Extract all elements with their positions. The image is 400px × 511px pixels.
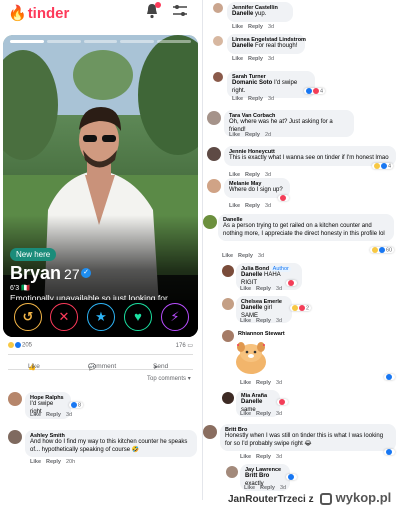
post-stats: 205 176 ▭ <box>8 341 193 353</box>
reaction-badge[interactable] <box>278 195 289 202</box>
avatar[interactable] <box>8 392 22 406</box>
swipe-action-bar: ↺ ✕ ★ ♥ ⚡ <box>3 300 198 337</box>
tinder-header: 🔥tinder <box>0 0 200 24</box>
comment-actions: Like Reply 3d <box>229 203 272 209</box>
reaction-badge[interactable] <box>286 474 297 481</box>
new-here-badge: New here <box>10 248 57 261</box>
comment-actions: Like Reply 3d <box>240 411 283 417</box>
avatar[interactable] <box>222 298 234 310</box>
super-like-button[interactable]: ★ <box>87 303 115 331</box>
filter-sliders-icon[interactable] <box>172 4 188 18</box>
comment-actions: Like Reply 20h <box>30 459 76 465</box>
commenter-name[interactable]: Rhiannon Stewart <box>238 331 285 337</box>
flame-icon: 🔥 <box>8 5 27 22</box>
boost-button[interactable]: ⚡ <box>161 303 189 331</box>
rewind-button[interactable]: ↺ <box>14 303 42 331</box>
tinder-logo[interactable]: 🔥tinder <box>8 4 69 22</box>
avatar[interactable] <box>207 147 221 161</box>
profile-height: 6'3 🇮🇹 <box>10 285 30 292</box>
profile-age: 27 <box>64 266 80 282</box>
like-button[interactable]: ♥ <box>124 303 152 331</box>
avatar[interactable] <box>222 265 234 277</box>
nope-button[interactable]: ✕ <box>50 303 78 331</box>
avatar[interactable] <box>226 466 238 478</box>
avatar[interactable] <box>222 392 234 404</box>
reaction-badge[interactable] <box>286 280 297 287</box>
avatar[interactable] <box>8 430 22 444</box>
comment-actions: Like Reply 3d <box>240 454 283 460</box>
comment-bubble: Sarah Turner Domanic Soto I'd swipe righ… <box>227 71 315 98</box>
comment-actions: Like Reply 3d <box>232 96 275 102</box>
comment-bubble-icon: ▭ <box>187 343 193 349</box>
haha-icon <box>8 342 14 348</box>
profile-card[interactable]: New here Bryan 27 ✓ 6'3 🇮🇹 Emotionally un… <box>3 35 198 337</box>
reaction-badge[interactable] <box>384 374 395 381</box>
comment-actions: Like Reply 3d <box>232 24 275 30</box>
comment-bubble: Jennifer Castellin Danelle yup. <box>227 2 293 22</box>
reaction-badge[interactable] <box>384 449 395 456</box>
reaction-badge[interactable]: 2 <box>290 305 312 312</box>
comment-actions: Like Reply 3d <box>232 56 275 62</box>
dog-sticker-icon <box>236 342 266 374</box>
reaction-badge[interactable]: 4 <box>372 163 394 170</box>
comment-bubble: Britt Bro Honestly when I was still on t… <box>220 424 396 451</box>
column-divider <box>202 0 203 500</box>
comment-actions: Like Reply 3d <box>240 318 283 324</box>
comment-bubble: Jennie Honeycutt This is exactly what I … <box>224 146 396 166</box>
reaction-count: 205 <box>22 342 33 349</box>
comment-actions: Like Reply 3d <box>240 380 283 386</box>
sort-dropdown[interactable]: Top comments ▾ <box>147 375 191 382</box>
avatar[interactable] <box>207 111 221 125</box>
wykop-icon <box>320 492 332 505</box>
reaction-badge[interactable]: 60 <box>370 247 395 254</box>
comment-actions: Like Reply 2d <box>229 132 272 138</box>
avatar[interactable] <box>213 72 223 82</box>
wykop-logo[interactable]: wykop.pl <box>320 490 391 505</box>
avatar[interactable] <box>203 215 217 229</box>
comment-count: 176 <box>175 343 186 349</box>
post-actions: 👍 Like 💬 Comment ➤ Send <box>8 354 193 371</box>
comment-bubble: Ashley Smith And how do I find my way to… <box>25 430 197 457</box>
comment-count-wrap: 176 ▭ <box>176 342 193 349</box>
notification-dot <box>155 2 161 8</box>
profile-name: Bryan 27 <box>10 263 80 283</box>
avatar[interactable] <box>203 425 217 439</box>
avatar[interactable] <box>213 36 223 46</box>
comment-actions: Like Reply 3d <box>30 412 73 418</box>
comment-actions: Like Reply 3d <box>222 253 265 259</box>
watermark-author: JanRouterTrzeci z <box>228 494 314 505</box>
verified-icon: ✓ <box>81 268 91 278</box>
reaction-badge[interactable]: 4 <box>304 88 326 95</box>
avatar[interactable] <box>207 179 221 193</box>
like-reaction-icon <box>15 342 21 348</box>
comment-bubble: Danelle As a person trying to get railed… <box>218 214 394 241</box>
comment-bubble: Linnea Engelstad Lindstrom Danelle For r… <box>227 34 306 54</box>
reaction-badge[interactable] <box>277 399 288 406</box>
avatar[interactable] <box>213 3 223 13</box>
reaction-badge[interactable]: 8 <box>69 402 84 409</box>
comment-actions: Like Reply 3d <box>244 485 287 491</box>
chevron-down-icon: ▾ <box>187 376 191 382</box>
comment-actions: Like Reply 3d <box>240 286 283 292</box>
